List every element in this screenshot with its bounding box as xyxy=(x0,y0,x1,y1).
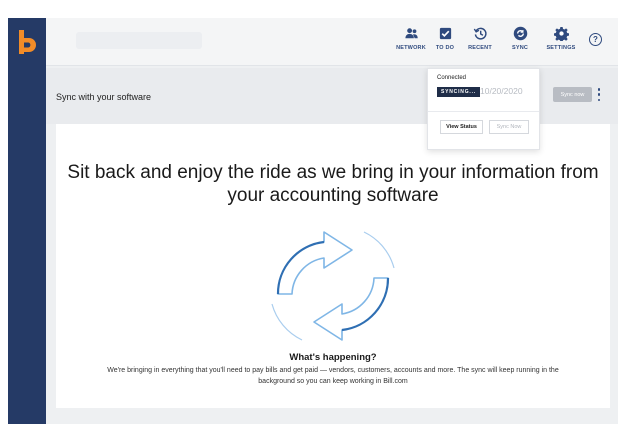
checklist-icon xyxy=(439,27,451,40)
sync-icon xyxy=(513,26,527,41)
nav-settings-label: SETTINGS xyxy=(546,45,576,51)
people-icon xyxy=(404,28,418,39)
search-input[interactable] xyxy=(76,32,202,49)
syncing-badge: SYNCING... xyxy=(437,87,480,97)
last-sync-date: 10/20/2020 xyxy=(480,86,523,96)
popover-sync-now-button[interactable]: Sync Now xyxy=(489,120,529,134)
what-happening-text: We're bringing in everything that you'll… xyxy=(107,367,559,385)
view-status-button[interactable]: View Status xyxy=(440,120,483,134)
more-options-icon[interactable] xyxy=(597,88,601,101)
page-title: Sync with your software xyxy=(56,92,152,102)
gear-icon xyxy=(553,26,569,41)
history-icon xyxy=(473,27,487,40)
nav-settings[interactable]: SETTINGS xyxy=(541,26,581,60)
logo[interactable] xyxy=(8,18,46,66)
main-card: Sit back and enjoy the ride as we bring … xyxy=(56,124,610,408)
left-rail xyxy=(8,18,46,424)
connection-status: Connected xyxy=(437,75,467,81)
sync-arrows-icon xyxy=(271,231,395,341)
nav-to-do-label: TO DO xyxy=(435,45,455,51)
app-window: NETWORK TO DO RECENT SYNC SETTINGS ? Syn… xyxy=(8,18,618,424)
nav-recent-label: RECENT xyxy=(468,45,492,51)
sync-now-button[interactable]: Sync now xyxy=(553,87,592,102)
sync-status-popover: Connected SYNCING... 10/20/2020 View Sta… xyxy=(427,68,540,150)
help-icon[interactable]: ? xyxy=(589,33,602,46)
top-bar: NETWORK TO DO RECENT SYNC SETTINGS ? xyxy=(46,18,618,66)
footer-area xyxy=(46,408,618,424)
headline: Sit back and enjoy the ride as we bring … xyxy=(67,162,599,206)
nav-sync[interactable]: SYNC xyxy=(500,26,540,60)
divider xyxy=(428,111,539,112)
nav-sync-label: SYNC xyxy=(511,45,529,51)
nav-to-do[interactable]: TO DO xyxy=(425,26,465,60)
bill-logo-icon xyxy=(19,30,36,54)
nav-network-label: NETWORK xyxy=(396,45,426,51)
nav-recent[interactable]: RECENT xyxy=(460,26,500,60)
what-happening-title: What's happening? xyxy=(289,352,377,363)
